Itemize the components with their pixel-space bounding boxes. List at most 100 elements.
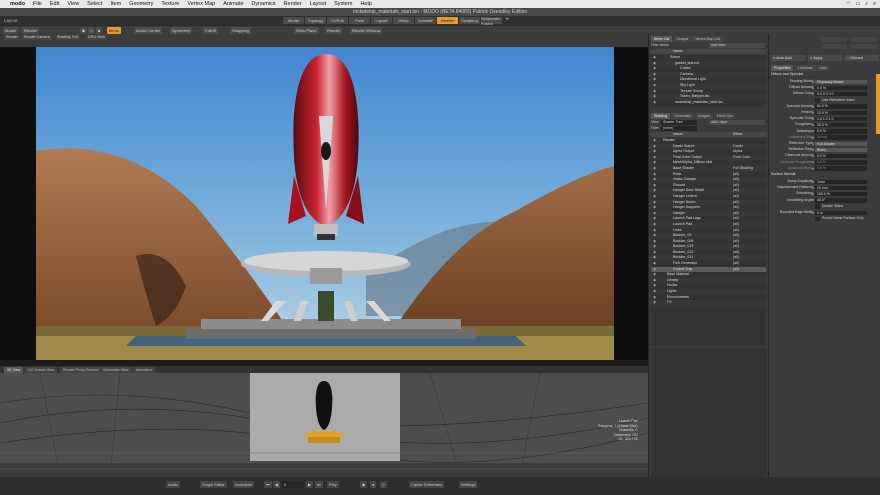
discard-button[interactable]: ● Discard — [845, 55, 879, 61]
first-frame-icon[interactable]: ⏮ — [264, 481, 272, 488]
viewport-tab-shading[interactable]: Shading: Full — [55, 35, 80, 40]
menu-layout[interactable]: Layout — [310, 1, 327, 7]
prop-value-field[interactable]: 0.0 % — [815, 129, 867, 134]
items-button[interactable]: Items — [107, 27, 121, 34]
menu-vertex-map[interactable]: Vertex Map — [187, 1, 215, 7]
channel-dot-icon[interactable] — [812, 186, 814, 189]
filter-items-label[interactable]: Filter Items — [651, 43, 669, 48]
channel-dot-icon[interactable] — [812, 124, 814, 127]
menu-geometry[interactable]: Geometry — [129, 1, 153, 7]
add-item-button[interactable]: Add Item — [709, 43, 765, 48]
menu-list-icon[interactable]: ≡ — [873, 1, 876, 7]
bottom-3d-view[interactable]: Launch Pad Polygons: 7 (Shade Size) Chan… — [0, 373, 648, 475]
prop-value-field[interactable]: 40.0° — [815, 198, 867, 203]
tab-properties[interactable]: Properties — [771, 65, 794, 71]
prop-checkbox[interactable] — [815, 204, 820, 209]
shader-layer-row[interactable]: ◉ FX — [651, 300, 766, 306]
battery-icon[interactable]: ▭ — [856, 1, 861, 7]
menu-edit[interactable]: Edit — [50, 1, 59, 7]
render-viewport[interactable] — [0, 36, 648, 366]
prop-value-field[interactable]: 25.0 % — [815, 122, 867, 128]
layout-tab-paint[interactable]: Paint — [349, 17, 370, 24]
channel-dot-icon[interactable] — [812, 111, 814, 114]
viewport-tab-camera[interactable]: Render Camera — [22, 35, 52, 40]
graph-editor-button[interactable]: Graph Editor — [200, 481, 227, 488]
prop-value-field[interactable]: 20 mm — [815, 185, 867, 191]
prop-select[interactable]: Blurry — [815, 147, 867, 153]
prop-value-field[interactable]: 1.0 1.0 1.0 — [815, 116, 867, 122]
prop-value-field[interactable]: 0.0 0.0 0.0 — [815, 91, 867, 97]
side-tab-indicator[interactable] — [876, 74, 880, 134]
channel-dot-icon[interactable] — [812, 117, 814, 120]
audio-button[interactable]: Audio — [166, 481, 181, 488]
prop-value-field[interactable]: 61.0 % — [815, 104, 867, 109]
layout-tab-layout[interactable]: Layout — [371, 17, 392, 24]
menu-dynamics[interactable]: Dynamics — [251, 1, 275, 7]
polygons-icon[interactable]: ■ — [96, 27, 103, 34]
play-button[interactable]: Play — [327, 481, 339, 488]
menu-help[interactable]: Help — [360, 1, 371, 7]
tab-mesh-ops[interactable]: Mesh Ops — [713, 113, 737, 119]
key-tools-icon[interactable]: ◇ — [380, 481, 388, 488]
prop-checkbox[interactable] — [815, 98, 820, 103]
channel-dot-icon[interactable] — [812, 86, 814, 89]
settings-button[interactable]: Settings — [459, 481, 478, 488]
channel-dot-icon[interactable] — [812, 180, 814, 183]
filter-select[interactable]: (none) — [661, 126, 697, 131]
view-select[interactable]: Shader Tree — [661, 120, 697, 125]
vertices-icon[interactable]: ◆ — [80, 27, 88, 34]
layout-label[interactable]: Layout — [4, 18, 18, 23]
prop-value-field[interactable]: 12.0 % — [815, 110, 867, 116]
tab-vertex-map-list[interactable]: Vertex Map List — [692, 36, 723, 42]
apply-button[interactable]: ● Apply — [808, 55, 842, 61]
channel-dot-icon[interactable] — [812, 148, 814, 151]
menu-animate[interactable]: Animate — [223, 1, 243, 7]
tab-items-list[interactable]: Items List — [651, 36, 673, 42]
snapping-button[interactable]: Snapping — [230, 27, 251, 34]
channel-dot-icon[interactable] — [812, 80, 814, 83]
edges-icon[interactable]: ◇ — [88, 27, 96, 34]
render-mode-button[interactable]: Render — [22, 27, 40, 34]
render-button[interactable]: Render — [325, 27, 343, 34]
prop-value-field[interactable]: (none) — [815, 135, 867, 140]
layout-tab-sculpting[interactable]: Sculpting — [459, 17, 480, 24]
model-button[interactable]: Model — [3, 27, 18, 34]
prop-value-field[interactable]: 0.0 % — [815, 85, 867, 91]
channel-dot-icon[interactable] — [812, 93, 814, 96]
cache-deformers-button[interactable]: Cache Deformers — [409, 481, 445, 488]
render-window-button[interactable]: Render Window — [350, 27, 383, 34]
channel-dot-icon[interactable] — [812, 155, 814, 158]
items-list-row[interactable]: ◉ rocketship_materials_start.lxo — [651, 100, 766, 106]
viewport-tab-gpu[interactable]: GPU: Auto — [86, 35, 107, 40]
action-center-button[interactable]: Action Center — [134, 27, 163, 34]
auto-add-button[interactable]: ● Auto Add — [771, 55, 805, 61]
prop-checkbox[interactable] — [815, 216, 820, 222]
tab-lists[interactable]: Lists — [816, 65, 830, 71]
channel-dot-icon[interactable] — [812, 211, 814, 214]
work-plane-button[interactable]: Work Plane — [294, 27, 319, 34]
tab-images[interactable]: Images — [694, 113, 713, 119]
tab-uv-texture-view[interactable]: UV Texture View — [25, 366, 58, 373]
search-icon[interactable]: ⌕ — [865, 1, 868, 7]
menu-system[interactable]: System — [334, 1, 352, 7]
symmetry-button[interactable]: Symmetry — [170, 27, 192, 34]
viewport-tab-render[interactable]: Render — [4, 35, 20, 40]
prop-value-field[interactable]: 0.0 % — [815, 166, 867, 171]
prop-value-field[interactable]: 0.0 % — [815, 160, 867, 165]
add-layer-button[interactable]: Add Layer — [709, 120, 765, 125]
visibility-eye-icon[interactable]: ◉ — [653, 300, 656, 306]
tab-shading[interactable]: Shading — [651, 113, 671, 119]
prop-select[interactable]: Full Shader — [815, 141, 867, 147]
prop-value-field[interactable]: 0.0 % — [815, 153, 867, 159]
channel-dot-icon[interactable] — [812, 193, 814, 196]
channel-dot-icon[interactable] — [812, 105, 814, 108]
tab-render-proxy[interactable]: Render Proxy Preview — [60, 366, 102, 373]
col-effect[interactable]: Effect — [733, 132, 742, 137]
layout-tab-render[interactable]: Render — [437, 17, 458, 24]
layout-tab-schematic-fusion[interactable]: Schematic Fusion — [481, 16, 502, 26]
items-column-header[interactable]: Name — [651, 49, 767, 54]
prev-frame-icon[interactable]: ◀ — [273, 481, 281, 488]
layout-tab-uvedit[interactable]: UVEdit — [327, 17, 348, 24]
layout-tab-topology[interactable]: Topology — [305, 17, 326, 24]
prop-preset-2[interactable] — [851, 37, 877, 42]
